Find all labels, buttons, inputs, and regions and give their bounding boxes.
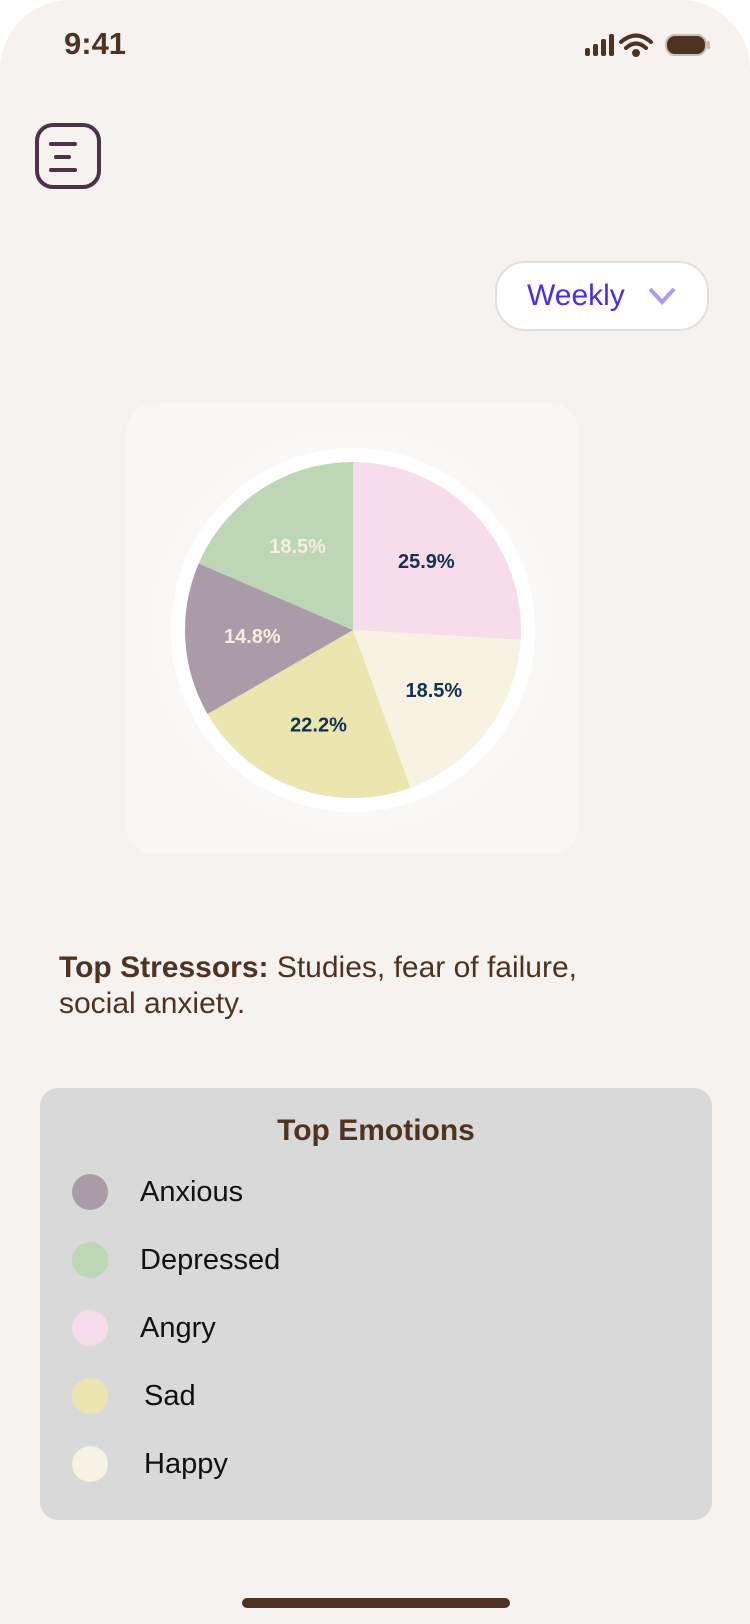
- legend-item-anxious: Anxious: [72, 1174, 243, 1210]
- legend-label: Depressed: [140, 1243, 281, 1276]
- pie-label-happy: 18.5%: [405, 680, 462, 702]
- home-indicator[interactable]: [242, 1598, 510, 1608]
- legend-label: Anxious: [140, 1175, 244, 1208]
- legend-item-sad: Sad: [72, 1378, 196, 1414]
- legend-dot: [72, 1446, 108, 1482]
- legend-item-depressed: Depressed: [72, 1242, 280, 1278]
- legend-item-happy: Happy: [72, 1446, 228, 1482]
- legend-dot: [72, 1310, 108, 1346]
- pie-label-sad: 22.2%: [290, 715, 347, 737]
- pie-label-depressed: 18.5%: [269, 536, 326, 558]
- pie-label-angry: 25.9%: [398, 551, 455, 573]
- legend-dot: [72, 1242, 108, 1278]
- legend-label: Angry: [140, 1311, 216, 1344]
- top-stressors: Top Stressors: Studies, fear of failure,…: [59, 950, 659, 1022]
- pie-chart: 25.9% 18.5% 22.2% 14.8% 18.5%: [155, 432, 551, 828]
- legend-label: Sad: [144, 1379, 196, 1412]
- legend-item-angry: Angry: [72, 1310, 216, 1346]
- legend-dot: [72, 1378, 108, 1414]
- legend-dot: [72, 1174, 108, 1210]
- legend-label: Happy: [144, 1447, 228, 1480]
- screen: 9:41 Weekly 25.9% 18.5% 22.2% 14.8% 18.5% To…: [0, 0, 750, 1624]
- legend-card: Top Emotions Anxious Depressed Angry Sad Hap…: [40, 1088, 712, 1520]
- stressors-label: Top Stressors:: [59, 951, 269, 984]
- pie-label-anxious: 14.8%: [224, 626, 281, 648]
- legend-title: Top Emotions: [277, 1114, 475, 1147]
